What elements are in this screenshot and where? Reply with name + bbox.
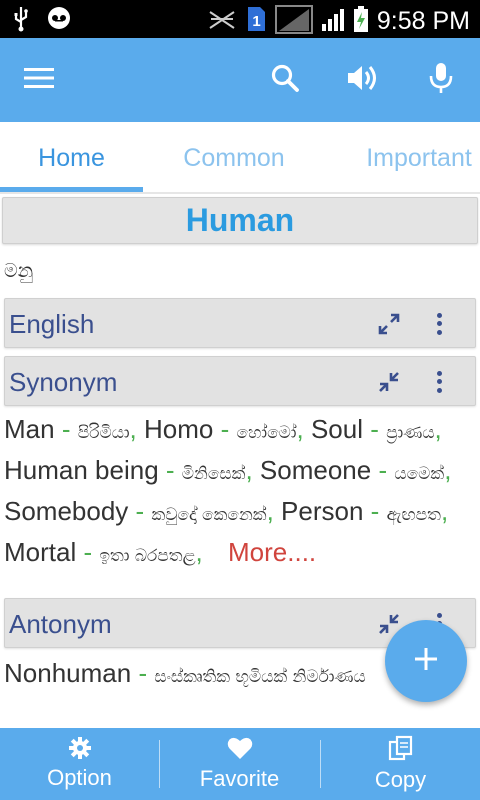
mic-button[interactable] — [419, 58, 463, 102]
synonym-item[interactable]: Human being - මිනිසෙක්, — [4, 455, 253, 485]
menu-icon — [24, 67, 54, 93]
clock: 9:58 PM — [376, 7, 470, 35]
status-bar: 1 9:58 PM — [0, 0, 480, 38]
tab-common[interactable]: Common — [154, 122, 314, 194]
word-meaning: මනු — [4, 260, 34, 282]
gear-icon — [68, 737, 91, 763]
usb-icon — [12, 6, 30, 36]
voicemail-icon — [44, 6, 74, 36]
tab-important[interactable]: Important — [352, 122, 480, 194]
option-label: Option — [47, 765, 112, 790]
signal-icon — [274, 4, 313, 38]
add-fab-button[interactable] — [385, 620, 467, 702]
favorite-button[interactable]: Favorite — [160, 728, 319, 800]
synonym-list: Man - පිරිමියා, Homo - හෝමෝ, Soul - ප්‍ර… — [4, 411, 476, 575]
sim-icon: 1 — [245, 5, 267, 37]
tab-bar: Home Common Important — [0, 122, 480, 194]
copy-icon — [388, 735, 414, 765]
heart-icon — [227, 736, 253, 764]
tab-indicator — [0, 187, 143, 192]
section-english-title: English — [9, 309, 95, 339]
word-header: Human — [2, 197, 478, 244]
synonym-item[interactable]: Someone - යමෙක්, — [260, 455, 452, 485]
section-english[interactable]: English — [4, 298, 476, 348]
copy-label: Copy — [374, 767, 427, 792]
app-bar — [0, 38, 480, 122]
search-button[interactable] — [263, 58, 307, 102]
bottom-bar: Option Favorite Copy — [0, 728, 480, 800]
synonym-item[interactable]: Mortal - ඉතා බරපතළ, — [4, 537, 203, 567]
speaker-button[interactable] — [341, 58, 385, 102]
synonym-item[interactable]: Man - පිරිමියා, — [4, 414, 137, 444]
section-synonym[interactable]: Synonym — [4, 356, 476, 406]
battery-charging-icon — [353, 5, 369, 37]
antonym-item[interactable]: Nonhuman - සංස්කෘතික භූමියක් නිර්මාණය — [4, 658, 366, 688]
section-antonym-title: Antonym — [9, 609, 112, 639]
word-title: Human — [185, 202, 295, 238]
synonym-item[interactable]: Somebody - කවුදෝ කෙනෙක්, — [4, 496, 274, 526]
svg-text:1: 1 — [252, 13, 260, 30]
volume-icon — [346, 63, 380, 97]
expand-icon[interactable] — [377, 312, 401, 336]
mic-icon — [428, 62, 454, 98]
collapse-icon[interactable] — [377, 370, 401, 394]
synonym-item[interactable]: Person - ඇඟපත, — [281, 496, 448, 526]
search-icon — [270, 63, 300, 97]
more-vert-icon[interactable] — [431, 311, 447, 337]
more-link[interactable]: More.... — [228, 537, 316, 567]
option-button[interactable]: Option — [0, 728, 159, 800]
no-signal-icon — [207, 6, 237, 36]
more-vert-icon[interactable] — [431, 369, 447, 395]
favorite-label: Favorite — [199, 766, 280, 791]
plus-icon — [413, 646, 439, 676]
section-synonym-title: Synonym — [9, 367, 118, 397]
tab-home[interactable]: Home — [0, 122, 143, 194]
copy-button[interactable]: Copy — [321, 728, 480, 800]
synonym-item[interactable]: Soul - ප්‍රාණය, — [311, 414, 442, 444]
signal-bars-icon — [321, 6, 345, 36]
menu-button[interactable] — [17, 58, 61, 102]
synonym-item[interactable]: Homo - හෝමෝ, — [144, 414, 304, 444]
